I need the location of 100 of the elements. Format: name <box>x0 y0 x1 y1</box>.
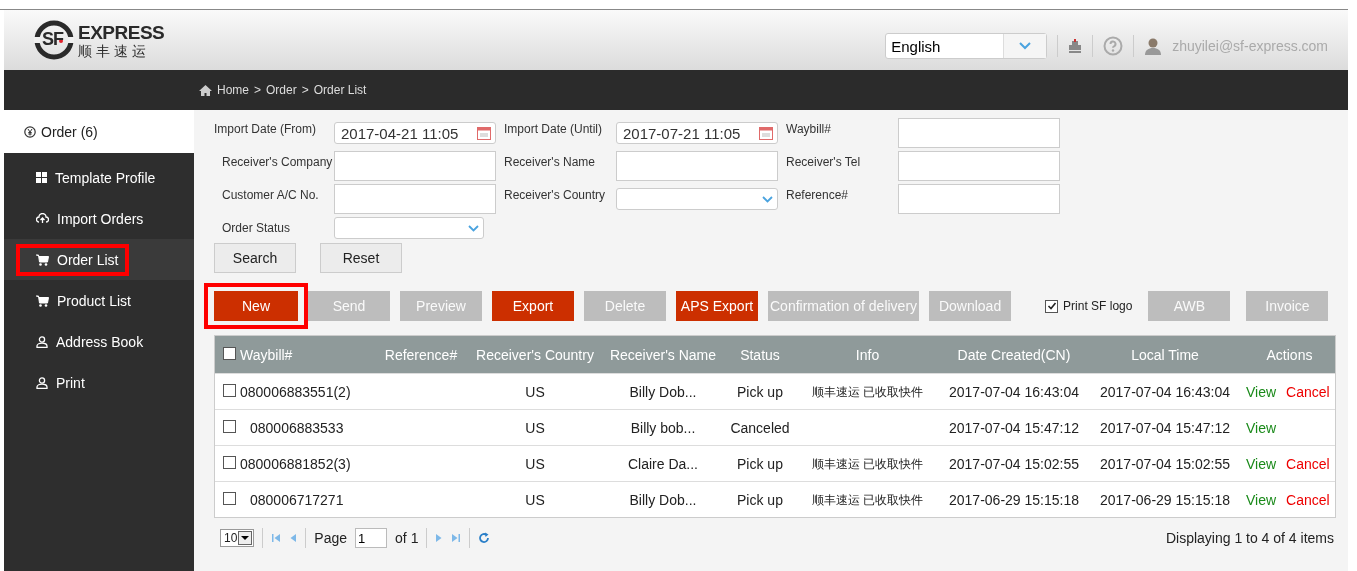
view-link[interactable]: View <box>1246 491 1277 508</box>
breadcrumb-link[interactable]: Home <box>217 83 249 97</box>
view-link[interactable]: View <box>1246 419 1277 436</box>
logo-subtitle: 顺丰速运 <box>78 43 151 58</box>
help-icon[interactable] <box>1103 36 1124 56</box>
input-field[interactable] <box>898 151 1060 181</box>
calendar-icon <box>477 126 491 140</box>
sidebar-title[interactable]: Order (6) <box>41 123 98 140</box>
input-field[interactable] <box>334 184 496 214</box>
cancel-link[interactable]: Cancel <box>1286 455 1330 472</box>
table-cell: Pick up <box>737 455 783 472</box>
checkbox[interactable] <box>1045 299 1059 313</box>
column-header: Reference# <box>384 346 458 363</box>
select-all-checkbox[interactable] <box>223 346 236 360</box>
table-cell: 2017-07-04 15:47:12 <box>1100 419 1230 436</box>
chevron-down-icon <box>238 531 253 545</box>
field-label: Waybill# <box>785 121 832 136</box>
view-link[interactable]: View <box>1246 455 1277 472</box>
field-label: Import Date (Until) <box>503 121 604 136</box>
table-cell: US <box>525 491 545 508</box>
table-cell: US <box>525 455 545 472</box>
field-label: Receiver's Country <box>503 187 606 202</box>
action-button[interactable]: APS Export <box>676 291 758 321</box>
next-page-icon[interactable] <box>435 533 444 543</box>
page-input[interactable]: 1 <box>355 528 388 548</box>
table-cell: Billy bob... <box>630 419 696 436</box>
sidebar-item[interactable]: Order List <box>4 239 194 280</box>
date-field[interactable]: 2017-04-21 11:05 <box>334 122 496 144</box>
sidebar-item[interactable]: Address Book <box>4 321 194 362</box>
table-cell: 顺丰速运 已收取快件 <box>811 492 924 507</box>
table-cell: 2017-07-04 15:02:55 <box>1100 455 1230 472</box>
printer-icon[interactable] <box>1068 39 1083 53</box>
table-cell: 顺丰速运 已收取快件 <box>811 384 924 399</box>
table-cell: 2017-07-04 15:02:55 <box>949 455 1079 472</box>
breadcrumb-link[interactable]: Order <box>266 83 297 97</box>
sidebar-item[interactable]: Product List <box>4 280 194 321</box>
action-button[interactable]: New <box>214 291 298 321</box>
row-checkbox[interactable] <box>223 491 236 505</box>
row-checkbox[interactable] <box>223 455 236 469</box>
column-header: Local Time <box>1131 346 1199 363</box>
action-button[interactable]: Export <box>492 291 574 321</box>
table-cell: 080006883533 <box>250 419 344 436</box>
last-page-icon[interactable] <box>451 533 462 543</box>
person-icon <box>36 376 48 389</box>
language-select[interactable]: English <box>885 33 1048 59</box>
breadcrumb-link[interactable]: Order List <box>313 83 367 97</box>
cancel-link[interactable]: Cancel <box>1286 383 1330 400</box>
select-field[interactable] <box>616 188 778 210</box>
table-cell: 顺丰速运 已收取快件 <box>811 456 924 471</box>
cart-icon <box>36 253 49 266</box>
table-cell: Claire Da... <box>628 455 698 472</box>
logo-mark-text: SF <box>42 29 63 50</box>
table-cell: 2017-07-04 16:43:04 <box>949 383 1079 400</box>
home-icon <box>199 84 212 96</box>
chevron-down-icon <box>1019 42 1032 50</box>
field-label: Reference# <box>785 187 850 202</box>
column-header: Status <box>740 346 780 363</box>
pagination-summary: Displaying 1 to 4 of 4 items <box>1165 530 1334 546</box>
select-field[interactable] <box>334 217 484 239</box>
table-cell: US <box>525 383 545 400</box>
row-checkbox[interactable] <box>223 419 236 433</box>
user-icon <box>1144 37 1163 55</box>
logo-name: EXPRESS <box>78 22 165 42</box>
table-cell: 2017-07-04 15:47:12 <box>949 419 1079 436</box>
yen-icon <box>24 125 36 138</box>
table-cell: Billy Dob... <box>629 383 697 400</box>
column-header: Receiver's Name <box>609 346 717 363</box>
column-header: Actions <box>1266 346 1313 363</box>
checkbox-label: Print SF logo <box>1063 299 1133 313</box>
input-field[interactable] <box>898 184 1060 214</box>
table-cell: 2017-06-29 15:15:18 <box>949 491 1079 508</box>
previous-page-icon[interactable] <box>289 533 298 543</box>
view-link[interactable]: View <box>1246 383 1277 400</box>
field-label: Receiver's Tel <box>785 154 862 169</box>
input-field[interactable] <box>898 118 1060 148</box>
refresh-icon[interactable] <box>478 532 491 544</box>
column-header: Waybill# <box>240 346 293 363</box>
cancel-link[interactable]: Cancel <box>1286 491 1330 508</box>
filter-button[interactable]: Search <box>214 243 296 273</box>
table-cell: Pick up <box>737 383 783 400</box>
page-size-select[interactable]: 10 <box>220 529 255 547</box>
field-label: Customer A/C No. <box>221 187 320 202</box>
cart-icon <box>36 294 49 307</box>
sidebar-item[interactable]: Print <box>4 362 194 403</box>
cloud-upload-icon <box>36 213 49 224</box>
input-field[interactable] <box>334 151 496 181</box>
sidebar-item[interactable]: Import Orders <box>4 198 194 239</box>
table-cell: Billy Dob... <box>629 491 697 508</box>
sidebar-item[interactable]: Template Profile <box>4 157 194 198</box>
breadcrumb-separator: > <box>301 83 309 97</box>
field-label: Import Date (From) <box>214 121 317 136</box>
filter-button[interactable]: Reset <box>320 243 402 273</box>
date-field[interactable]: 2017-07-21 11:05 <box>616 122 778 144</box>
field-label: Receiver's Name <box>503 154 596 169</box>
first-page-icon[interactable] <box>271 533 282 543</box>
input-field[interactable] <box>616 151 778 181</box>
row-checkbox[interactable] <box>223 383 236 397</box>
table-cell: US <box>525 419 545 436</box>
breadcrumb-separator: > <box>254 83 262 97</box>
table-cell: 2017-06-29 15:15:18 <box>1100 491 1230 508</box>
